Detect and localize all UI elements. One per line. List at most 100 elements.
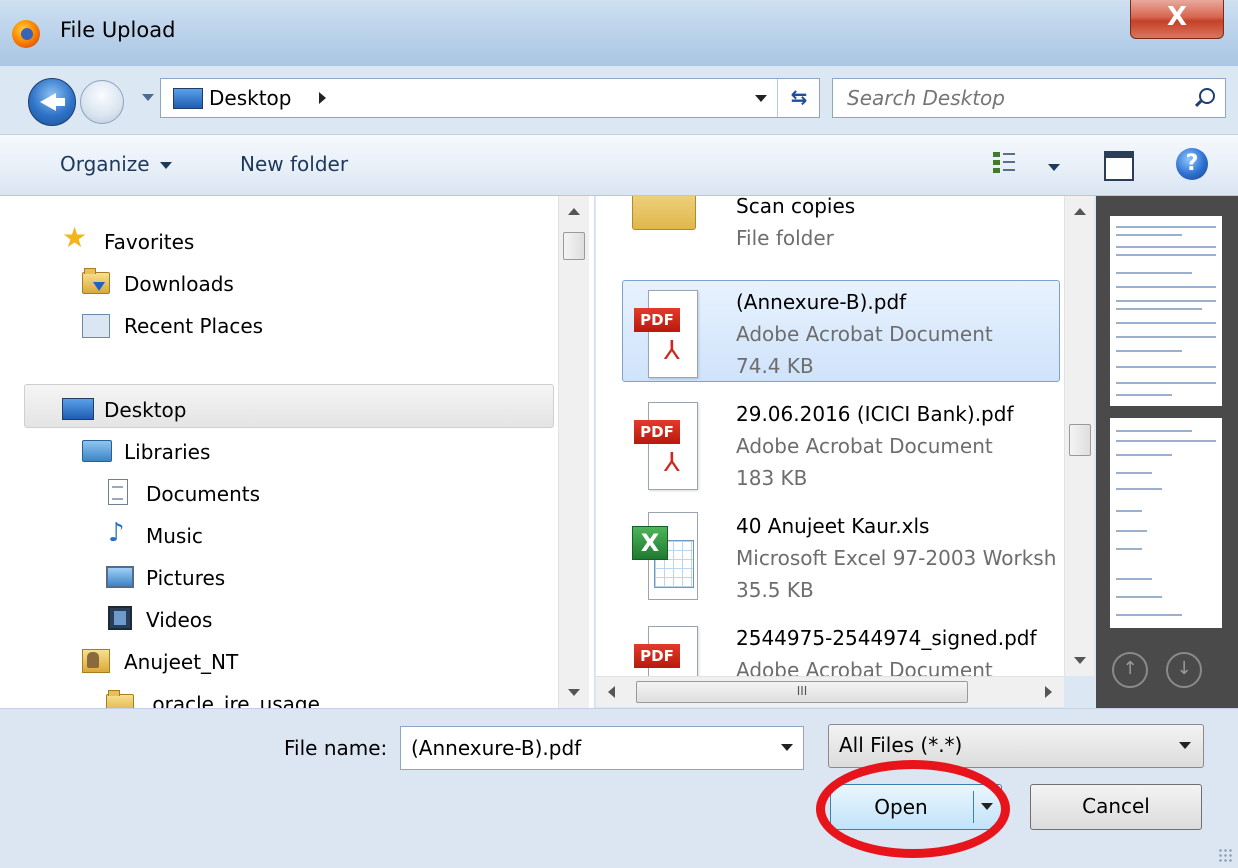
filelist-scrollbar[interactable]	[1064, 196, 1094, 676]
file-item-anujeet-kaur-xls[interactable]: X 40 Anujeet Kaur.xls Microsoft Excel 97…	[622, 508, 1062, 604]
file-type: Adobe Acrobat Document	[736, 434, 993, 458]
address-separator	[777, 79, 778, 117]
nav-item-label: Videos	[146, 608, 213, 632]
file-type: Microsoft Excel 97-2003 Worksh	[736, 546, 1057, 570]
preview-up-icon[interactable]: ↑	[1112, 652, 1148, 688]
chevron-down-icon	[159, 162, 172, 169]
star-icon: ★	[62, 221, 88, 254]
desktop-location-icon	[173, 88, 203, 109]
search-box[interactable]	[832, 78, 1226, 118]
file-type-value: All Files (*.*)	[839, 733, 963, 757]
window-title: File Upload	[60, 18, 176, 42]
preview-page-1	[1110, 216, 1222, 406]
videos-icon	[108, 606, 132, 630]
nav-item-label: Libraries	[124, 440, 211, 464]
nav-item-label: Pictures	[146, 566, 226, 590]
file-type-select[interactable]: All Files (*.*)	[828, 724, 1204, 768]
preview-page-2	[1110, 418, 1222, 628]
file-type: Adobe Acrobat Document	[736, 322, 993, 346]
nav-item-label: Recent Places	[124, 314, 264, 338]
refresh-icon[interactable]: ⇆	[783, 83, 815, 111]
file-list[interactable]: Scan copies File folder PDF ⅄ (Annexure-B…	[596, 196, 1094, 676]
resize-grip[interactable]	[1218, 848, 1232, 862]
file-upload-dialog: File Upload X Desktop ⇆ Organize New fol…	[0, 0, 1238, 868]
nav-item-label: Desktop	[104, 398, 187, 422]
nav-item-label: Anujeet_NT	[124, 650, 239, 674]
scroll-thumb[interactable]	[563, 232, 585, 260]
view-options-dropdown-icon[interactable]	[1048, 164, 1060, 171]
recent-places-icon	[82, 314, 110, 338]
file-name-input[interactable]	[409, 733, 763, 763]
nav-item-label: Downloads	[124, 272, 234, 296]
excel-file-icon: X	[630, 512, 700, 602]
scroll-left-icon[interactable]	[608, 686, 615, 698]
file-type: Adobe Acrobat Document	[736, 658, 993, 676]
libraries-icon	[82, 440, 112, 462]
folder-icon	[106, 690, 134, 708]
open-button[interactable]: Open	[830, 784, 1002, 830]
close-button[interactable]: X	[1130, 0, 1224, 39]
pictures-icon	[106, 566, 134, 588]
address-dropdown-icon[interactable]	[755, 95, 767, 102]
preview-pane	[1096, 196, 1238, 708]
nav-item-label: Music	[146, 524, 203, 548]
desktop-icon	[62, 398, 94, 420]
scroll-thumb[interactable]: III	[636, 681, 968, 703]
pdf-file-icon: PDF⅄	[630, 402, 700, 492]
organize-button[interactable]: Organize	[60, 152, 172, 176]
documents-icon	[108, 479, 128, 505]
address-crumb-desktop[interactable]: Desktop	[209, 86, 291, 110]
filelist-horizontal-scrollbar[interactable]: III	[596, 676, 1064, 707]
file-name-dropdown-icon[interactable]	[781, 744, 793, 751]
navpane-scrollbar[interactable]	[558, 196, 589, 708]
scroll-thumb[interactable]	[1069, 424, 1091, 456]
open-button-label: Open	[874, 795, 928, 819]
split-divider	[973, 791, 974, 823]
file-name: (Annexure-B).pdf	[736, 290, 907, 314]
pdf-file-icon: PDF⅄	[630, 626, 700, 676]
cancel-button[interactable]: Cancel	[1030, 784, 1202, 830]
scroll-up-icon[interactable]	[1074, 208, 1086, 215]
file-type: File folder	[736, 226, 834, 250]
forward-button[interactable]	[80, 80, 124, 124]
nav-item-label: .oracle_jre_usage	[146, 692, 320, 708]
folder-icon	[632, 196, 696, 230]
scroll-down-icon[interactable]	[1074, 657, 1086, 664]
file-name: Scan copies	[736, 196, 856, 218]
file-item-scan-copies[interactable]: Scan copies File folder	[622, 196, 1062, 266]
scroll-right-icon[interactable]	[1045, 686, 1052, 698]
nav-item-label: Documents	[146, 482, 261, 506]
downloads-folder-icon	[82, 268, 110, 294]
pdf-file-icon: PDF⅄	[630, 290, 700, 380]
title-bar[interactable]: File Upload	[0, 0, 1238, 66]
file-name-field[interactable]	[400, 726, 804, 770]
file-item-annexure-b[interactable]: PDF ⅄ (Annexure-B).pdf Adobe Acrobat Docu…	[622, 284, 1062, 380]
breadcrumb-arrow-icon[interactable]	[319, 92, 326, 104]
scroll-down-icon[interactable]	[568, 689, 580, 696]
open-options-dropdown-icon[interactable]	[981, 803, 993, 810]
nav-item-label: Favorites	[104, 230, 195, 254]
navigation-pane[interactable]: ★ Favorites Downloads Recent Places Desk…	[0, 196, 595, 708]
back-button[interactable]	[28, 78, 76, 126]
chevron-down-icon	[1179, 742, 1191, 749]
recent-pages-dropdown-icon[interactable]	[142, 94, 154, 101]
change-view-icon[interactable]	[993, 150, 1015, 174]
file-item-signed-pdf[interactable]: PDF⅄ 2544975-2544974_signed.pdf Adobe Ac…	[622, 620, 1062, 676]
file-size: 183 KB	[736, 466, 808, 490]
organize-label: Organize	[60, 152, 150, 176]
preview-down-icon[interactable]: ↓	[1166, 652, 1202, 688]
user-folder-icon	[82, 649, 110, 673]
file-size: 35.5 KB	[736, 578, 814, 602]
file-name-label: File name:	[284, 736, 388, 760]
address-bar[interactable]: Desktop ⇆	[160, 78, 820, 118]
file-name: 29.06.2016 (ICICI Bank).pdf	[736, 402, 1014, 426]
search-icon[interactable]	[1199, 88, 1215, 104]
file-size: 74.4 KB	[736, 354, 814, 378]
help-icon[interactable]: ?	[1176, 148, 1208, 180]
search-input[interactable]	[845, 83, 1179, 113]
scroll-up-icon[interactable]	[568, 208, 580, 215]
preview-pane-icon[interactable]	[1104, 151, 1134, 181]
new-folder-button[interactable]: New folder	[240, 152, 348, 176]
file-name: 2544975-2544974_signed.pdf	[736, 626, 1037, 650]
file-item-icici-bank[interactable]: PDF ⅄ 29.06.2016 (ICICI Bank).pdf Adobe A…	[622, 396, 1062, 492]
